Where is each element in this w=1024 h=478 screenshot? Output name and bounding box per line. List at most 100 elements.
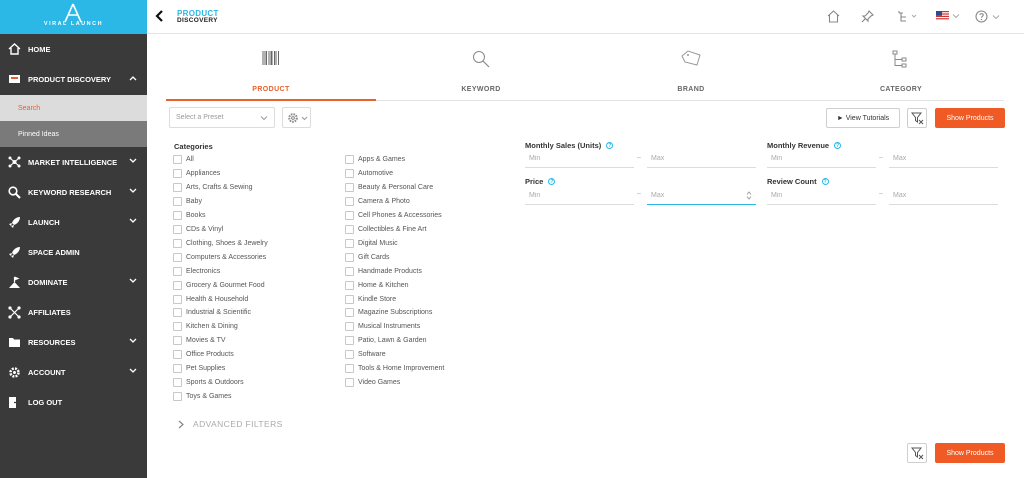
- back-arrow-icon[interactable]: [155, 10, 165, 22]
- category-checkbox[interactable]: All: [173, 155, 194, 164]
- category-checkbox[interactable]: Books: [173, 210, 205, 220]
- category-checkbox[interactable]: Grocery & Gourmet Food: [173, 280, 265, 290]
- category-checkbox[interactable]: Appliances: [173, 168, 220, 178]
- language-selector[interactable]: [936, 11, 960, 20]
- checkbox-box[interactable]: [173, 252, 182, 262]
- category-checkbox[interactable]: Kindle Store: [345, 294, 396, 304]
- help-icon[interactable]: ?: [548, 178, 556, 185]
- category-checkbox[interactable]: Toys & Games: [173, 392, 232, 402]
- help-icon[interactable]: ?: [821, 178, 829, 185]
- checkbox-box[interactable]: [173, 168, 182, 178]
- logo[interactable]: VIRAL LAUNCH: [0, 0, 147, 34]
- tab-product[interactable]: PRODUCT: [166, 44, 376, 102]
- checkbox-box[interactable]: [173, 182, 182, 192]
- monthly-sales-max-input[interactable]: [647, 150, 756, 168]
- category-checkbox[interactable]: Automotive: [345, 168, 393, 178]
- category-checkbox[interactable]: Collectibles & Fine Art: [345, 224, 426, 234]
- category-checkbox[interactable]: Pet Supplies: [173, 364, 225, 374]
- checkbox-box[interactable]: [173, 350, 182, 360]
- checkbox-box[interactable]: [173, 196, 182, 206]
- spinner-arrows-icon[interactable]: [746, 191, 752, 200]
- checkbox-box[interactable]: [173, 364, 182, 374]
- category-checkbox[interactable]: Clothing, Shoes & Jewelry: [173, 238, 268, 248]
- category-checkbox[interactable]: Beauty & Personal Care: [345, 182, 433, 192]
- clear-filters-button[interactable]: [907, 108, 927, 128]
- checkbox-box[interactable]: [345, 238, 354, 248]
- category-checkbox[interactable]: Office Products: [173, 350, 234, 360]
- review-count-max-input[interactable]: [889, 187, 998, 205]
- tab-brand[interactable]: BRAND: [586, 44, 796, 102]
- checkbox-box[interactable]: [345, 155, 354, 164]
- nav-market-intelligence[interactable]: MARKET INTELLIGENCE: [0, 147, 147, 177]
- checkbox-box[interactable]: [345, 294, 354, 304]
- sub-item-search[interactable]: Search: [0, 95, 147, 121]
- checkbox-box[interactable]: [345, 210, 354, 220]
- pin-icon[interactable]: [861, 10, 874, 23]
- checkbox-box[interactable]: [345, 266, 354, 276]
- nav-launch[interactable]: LAUNCH: [0, 207, 147, 237]
- show-products-button[interactable]: Show Products: [935, 108, 1005, 128]
- checkbox-box[interactable]: [345, 350, 354, 360]
- checkbox-box[interactable]: [345, 224, 354, 234]
- home-icon[interactable]: [827, 10, 840, 23]
- checkbox-box[interactable]: [173, 238, 182, 248]
- checkbox-box[interactable]: [345, 168, 354, 178]
- category-checkbox[interactable]: Cell Phones & Accessories: [345, 210, 442, 220]
- category-checkbox[interactable]: Musical Instruments: [345, 322, 420, 332]
- nav-home[interactable]: HOME: [0, 34, 147, 64]
- category-checkbox[interactable]: Apps & Games: [345, 155, 405, 164]
- checkbox-box[interactable]: [173, 336, 182, 346]
- nav-log-out[interactable]: LOG OUT: [0, 387, 147, 417]
- show-products-button-bottom[interactable]: Show Products: [935, 443, 1005, 463]
- checkbox-box[interactable]: [345, 378, 354, 388]
- category-checkbox[interactable]: Health & Household: [173, 294, 248, 304]
- preset-select[interactable]: Select a Preset: [169, 107, 275, 128]
- review-count-min-input[interactable]: [767, 187, 876, 205]
- checkbox-box[interactable]: [173, 294, 182, 304]
- checkbox-box[interactable]: [345, 252, 354, 262]
- nav-dominate[interactable]: DOMINATE: [0, 267, 147, 297]
- checkbox-box[interactable]: [345, 196, 354, 206]
- category-checkbox[interactable]: Handmade Products: [345, 266, 422, 276]
- tab-keyword[interactable]: KEYWORD: [376, 44, 586, 102]
- hierarchy-dropdown-icon[interactable]: [897, 10, 919, 23]
- category-checkbox[interactable]: Software: [345, 350, 386, 360]
- clear-filters-button-bottom[interactable]: [907, 443, 927, 463]
- checkbox-box[interactable]: [173, 322, 182, 332]
- category-checkbox[interactable]: Industrial & Scientific: [173, 308, 251, 318]
- category-checkbox[interactable]: Sports & Outdoors: [173, 378, 244, 388]
- help-icon[interactable]: ?: [834, 142, 842, 149]
- checkbox-box[interactable]: [345, 182, 354, 192]
- monthly-sales-min-input[interactable]: [525, 150, 634, 168]
- nav-affiliates[interactable]: AFFILIATES: [0, 297, 147, 327]
- checkbox-box[interactable]: [173, 280, 182, 290]
- category-checkbox[interactable]: Video Games: [345, 378, 400, 388]
- category-checkbox[interactable]: Computers & Accessories: [173, 252, 266, 262]
- category-checkbox[interactable]: Baby: [173, 196, 202, 206]
- price-min-input[interactable]: [525, 187, 634, 205]
- sub-item-pinned-ideas[interactable]: Pinned Ideas: [0, 121, 147, 147]
- nav-keyword-research[interactable]: KEYWORD RESEARCH: [0, 177, 147, 207]
- help-icon[interactable]: ?: [606, 142, 614, 149]
- category-checkbox[interactable]: Arts, Crafts & Sewing: [173, 182, 253, 192]
- category-checkbox[interactable]: Home & Kitchen: [345, 280, 409, 290]
- category-checkbox[interactable]: Patio, Lawn & Garden: [345, 336, 427, 346]
- checkbox-box[interactable]: [173, 378, 182, 388]
- monthly-revenue-min-input[interactable]: [767, 150, 876, 168]
- category-checkbox[interactable]: Kitchen & Dining: [173, 322, 238, 332]
- checkbox-box[interactable]: [173, 155, 182, 164]
- tab-category[interactable]: CATEGORY: [796, 44, 1006, 102]
- help-menu[interactable]: [975, 10, 1000, 23]
- monthly-revenue-max-input[interactable]: [889, 150, 998, 168]
- category-checkbox[interactable]: Camera & Photo: [345, 196, 410, 206]
- nav-product-discovery[interactable]: PRODUCT DISCOVERY: [0, 64, 147, 94]
- category-checkbox[interactable]: Magazine Subscriptions: [345, 308, 432, 318]
- nav-resources[interactable]: RESOURCES: [0, 327, 147, 357]
- checkbox-box[interactable]: [173, 266, 182, 276]
- checkbox-box[interactable]: [345, 322, 354, 332]
- checkbox-box[interactable]: [173, 308, 182, 318]
- nav-account[interactable]: ACCOUNT: [0, 357, 147, 387]
- checkbox-box[interactable]: [345, 336, 354, 346]
- price-max-input[interactable]: [647, 187, 756, 205]
- category-checkbox[interactable]: Electronics: [173, 266, 220, 276]
